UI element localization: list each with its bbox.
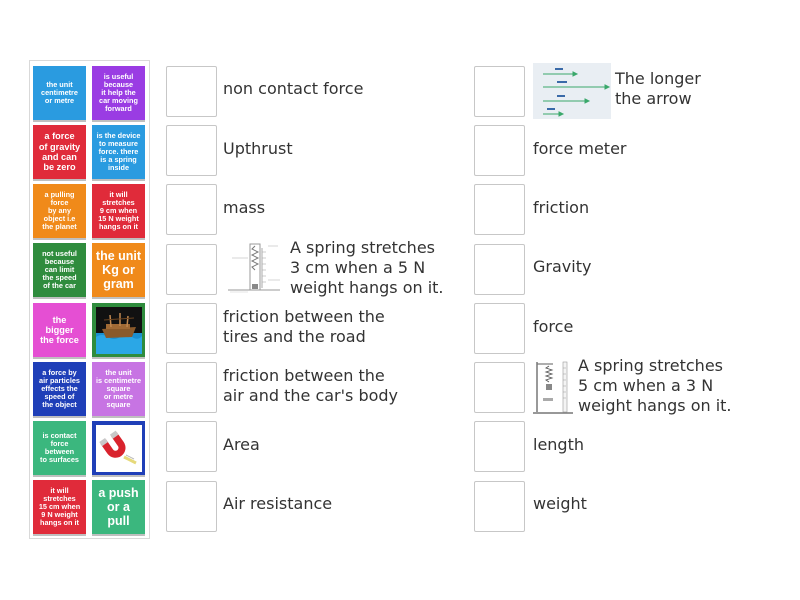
match-label: Air resistance	[223, 494, 333, 513]
answer-tile[interactable]: a force by air particles effects the spe…	[33, 362, 86, 416]
match-label: non contact force	[223, 79, 364, 98]
drop-slot[interactable]	[474, 244, 525, 295]
answer-tile[interactable]: the unit is centimetre square or metre s…	[92, 362, 145, 416]
drop-slot[interactable]	[166, 66, 217, 117]
answer-tile[interactable]: a push or a pull	[92, 480, 145, 534]
answer-tile[interactable]: the bigger the force	[33, 303, 86, 357]
sunken-ship-icon	[95, 306, 142, 354]
match-label: friction between the tires and the road	[223, 307, 385, 346]
drop-slot[interactable]	[474, 421, 525, 472]
match-label: Upthrust	[223, 139, 293, 158]
drop-slot[interactable]	[474, 303, 525, 354]
answer-tile-image[interactable]	[92, 421, 145, 475]
answer-tile[interactable]: is useful because it help the car moving…	[92, 66, 145, 120]
answer-tile-panel: the unit centimetre or metre is useful b…	[29, 60, 150, 539]
answer-tile[interactable]: a pulling force by any object i.e the pl…	[33, 184, 86, 238]
drop-slot[interactable]	[474, 184, 525, 235]
answer-tile[interactable]: the unit Kg or gram	[92, 243, 145, 297]
match-label: mass	[223, 198, 266, 217]
match-label: length	[533, 435, 584, 454]
spring-scale-icon	[224, 240, 284, 296]
answer-tile[interactable]: it will stretches 9 cm when 15 N weight …	[92, 184, 145, 238]
match-label: friction	[533, 198, 590, 217]
match-label: force meter	[533, 139, 627, 158]
spring-stand-image	[531, 358, 575, 416]
answer-tile-image[interactable]	[92, 303, 145, 357]
match-label: Gravity	[533, 257, 592, 276]
answer-tile[interactable]: is contact force between to surfaces	[33, 421, 86, 475]
force-arrows-image	[533, 63, 611, 119]
answer-tile[interactable]: the unit centimetre or metre	[33, 66, 86, 120]
answer-tile[interactable]: not useful because can limit the speed o…	[33, 243, 86, 297]
match-label: A spring stretches 5 cm when a 3 N weigh…	[578, 356, 732, 415]
answer-tile[interactable]: is the device to measure force. there is…	[92, 125, 145, 179]
drop-slot[interactable]	[166, 125, 217, 176]
drop-slot[interactable]	[166, 362, 217, 413]
drop-slot[interactable]	[166, 244, 217, 295]
drop-slot[interactable]	[474, 362, 525, 413]
match-label: friction between the air and the car's b…	[223, 366, 399, 405]
match-label: weight	[533, 494, 587, 513]
drop-slot[interactable]	[166, 481, 217, 532]
drop-slot[interactable]	[166, 421, 217, 472]
magnet-icon	[95, 424, 142, 472]
answer-tile[interactable]: a force of gravity and can be zero	[33, 125, 86, 179]
drop-slot[interactable]	[474, 481, 525, 532]
match-label: Area	[223, 435, 260, 454]
drop-slot[interactable]	[166, 184, 217, 235]
drop-slot[interactable]	[166, 303, 217, 354]
match-label: The longer the arrow	[615, 69, 701, 108]
answer-tile[interactable]: it will stretches 15 cm when 9 N weight …	[33, 480, 86, 534]
match-label: force	[533, 317, 574, 336]
drop-slot[interactable]	[474, 66, 525, 117]
spring-stand-icon	[531, 358, 575, 416]
spring-scale-diagram-image	[224, 240, 284, 296]
drop-slot[interactable]	[474, 125, 525, 176]
match-label: A spring stretches 3 cm when a 5 N weigh…	[290, 238, 444, 297]
force-arrows-icon	[533, 63, 611, 119]
